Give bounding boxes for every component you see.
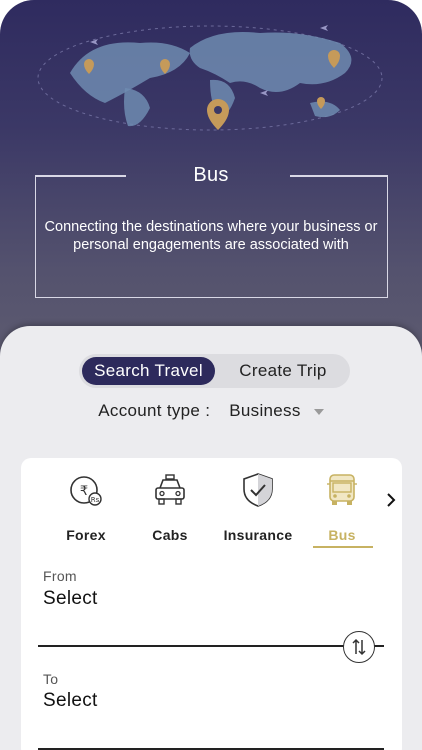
from-field[interactable]: Select — [43, 588, 98, 610]
service-tab-insurance[interactable]: Insurance — [218, 472, 298, 543]
cab-icon — [155, 474, 185, 505]
from-label: From — [43, 568, 77, 584]
world-map-illustration — [37, 25, 383, 131]
travel-mode-toggle: Search Travel Create Trip — [79, 354, 350, 388]
service-label: Bus — [328, 527, 356, 543]
tab-search-travel[interactable]: Search Travel — [82, 357, 215, 385]
service-label: Insurance — [223, 527, 293, 543]
from-divider — [38, 645, 384, 647]
active-tab-indicator — [313, 546, 373, 548]
to-field[interactable]: Select — [43, 690, 98, 712]
svg-text:Rs: Rs — [91, 496, 100, 504]
hero-description: Connecting the destinations where your b… — [44, 219, 378, 253]
bus-icon — [327, 474, 357, 505]
svg-text:₹: ₹ — [80, 484, 88, 499]
page-title: Bus — [193, 164, 229, 186]
forex-icon: ₹ Rs — [70, 476, 102, 506]
service-tab-cabs[interactable]: Cabs — [130, 472, 210, 543]
service-tab-forex[interactable]: ₹ Rs Forex — [46, 472, 126, 543]
to-label: To — [43, 671, 59, 687]
shield-check-icon — [243, 473, 273, 507]
caret-down-icon — [313, 408, 324, 415]
service-label: Forex — [66, 527, 106, 543]
to-divider — [38, 748, 384, 750]
account-type-value: Business — [229, 401, 301, 420]
tab-create-trip[interactable]: Create Trip — [219, 357, 347, 385]
service-label: Cabs — [152, 527, 188, 543]
account-type-dropdown[interactable]: Business — [229, 401, 324, 420]
swap-locations-button[interactable] — [343, 631, 375, 663]
swap-icon — [352, 638, 366, 656]
app-screen: Bus Connecting the destinations where yo… — [0, 0, 422, 750]
account-type-label: Account type : — [98, 401, 211, 420]
chevron-right-icon[interactable] — [384, 490, 398, 510]
service-tab-bus[interactable]: Bus — [302, 472, 382, 543]
account-type-row: Account type : Business — [0, 401, 422, 421]
